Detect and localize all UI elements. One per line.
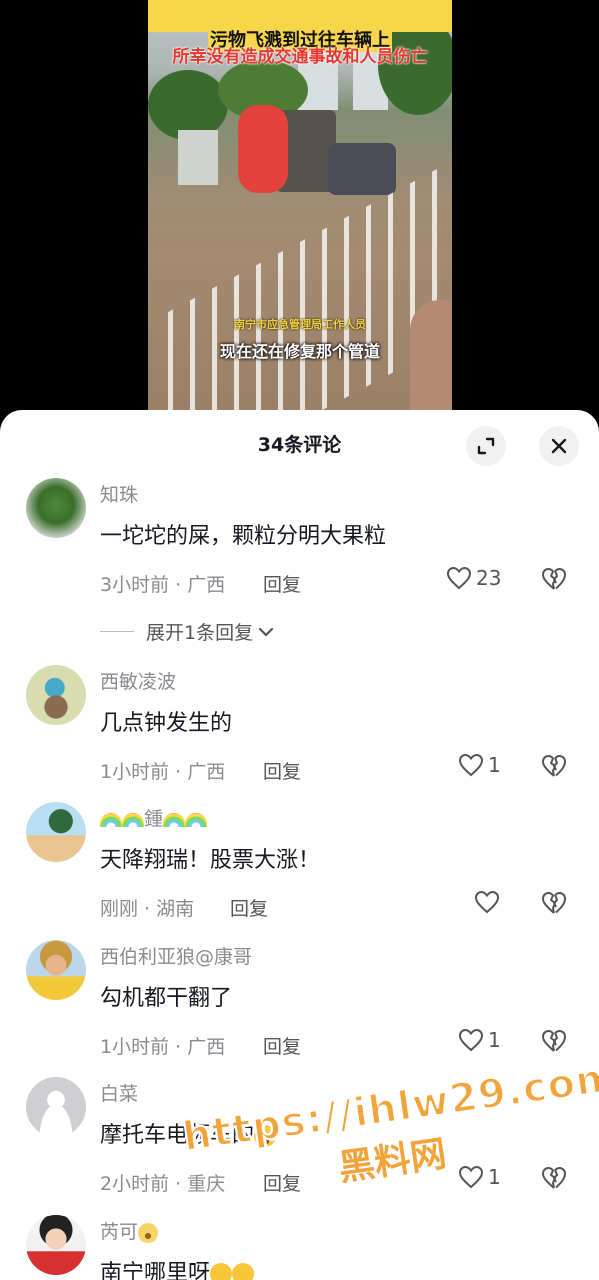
- comment-username[interactable]: 知珠: [100, 480, 138, 507]
- video-caption-red: 所幸没有造成交通事故和人员伤亡: [172, 47, 428, 67]
- video-speaker-label: 南宁市应急管理局工作人员: [234, 318, 366, 331]
- heart-icon: [458, 1028, 484, 1052]
- expand-replies-label: 展开1条回复: [146, 622, 254, 644]
- broken-heart-icon: [542, 755, 566, 777]
- avatar[interactable]: [26, 478, 86, 538]
- close-icon: [551, 438, 567, 454]
- comment-region: 湖南: [156, 898, 195, 920]
- dislike-button[interactable]: [540, 1165, 568, 1195]
- comment-meta: 3小时前 · 广西: [100, 574, 226, 596]
- reply-button[interactable]: 回复: [263, 1032, 301, 1059]
- dislike-button[interactable]: [540, 753, 568, 783]
- video-frame: 污物飞溅到过往车辆上 所幸没有造成交通事故和人员伤亡 南宁市应急管理局工作人员 …: [148, 0, 452, 410]
- avatar[interactable]: [26, 802, 86, 862]
- comment-region: 广西: [187, 761, 226, 783]
- comment-region: 广西: [187, 1036, 226, 1058]
- rainbow-emoji: [122, 812, 144, 827]
- comment-username-text: 芮可: [100, 1221, 139, 1243]
- reply-button[interactable]: 回复: [230, 894, 268, 921]
- smile-emoji-icon: [138, 1222, 159, 1243]
- heart-icon: [446, 566, 472, 590]
- comment-text: 一坨坨的屎，颗粒分明大果粒: [100, 524, 387, 549]
- comment-text: 南宁哪里呀: [100, 1255, 255, 1280]
- pleading-emoji-icon: [210, 1263, 233, 1280]
- broken-heart-icon: [542, 1167, 566, 1189]
- dislike-button[interactable]: [540, 1028, 568, 1058]
- comment-username[interactable]: 鍾: [100, 804, 208, 831]
- comment-time: 2小时前: [100, 1173, 170, 1195]
- reply-button[interactable]: 回复: [263, 757, 301, 784]
- comment-username-text: 鍾: [144, 808, 164, 830]
- comment-text: 天降翔瑞！股票大涨！: [100, 848, 321, 873]
- broken-heart-icon: [542, 568, 566, 590]
- like-count: 1: [488, 753, 501, 777]
- comments-title: 34条评论: [257, 434, 342, 456]
- dislike-button[interactable]: [540, 566, 568, 596]
- expand-button[interactable]: [466, 426, 506, 466]
- like-count: 1: [488, 1028, 501, 1052]
- comment-text: 勾机都干翻了: [100, 986, 233, 1011]
- heart-icon: [458, 753, 484, 777]
- avatar[interactable]: [26, 940, 86, 1000]
- like-count: 23: [476, 566, 502, 590]
- avatar[interactable]: [26, 1077, 86, 1137]
- comment-meta: 刚刚 · 湖南: [100, 898, 195, 920]
- comment-meta: 1小时前 · 广西: [100, 761, 226, 783]
- expand-icon: [477, 437, 495, 455]
- rainbow-emoji: [100, 812, 122, 827]
- like-button[interactable]: 23: [446, 566, 501, 590]
- comment-region: 广西: [187, 574, 226, 596]
- comment-username[interactable]: 西敏凌波: [100, 667, 176, 694]
- pleading-emoji-icon: [232, 1263, 255, 1280]
- rainbow-emoji: [163, 812, 186, 827]
- video-subtitle: 现在还在修复那个管道: [219, 342, 380, 361]
- comment-username[interactable]: 芮可: [100, 1217, 159, 1244]
- like-button[interactable]: 1: [458, 753, 501, 777]
- video-caption-top-strip: [148, 0, 452, 32]
- comment-meta: 1小时前 · 广西: [100, 1036, 226, 1058]
- broken-heart-icon: [542, 1030, 566, 1052]
- reply-button[interactable]: 回复: [263, 570, 301, 597]
- comment-username[interactable]: 白菜: [100, 1079, 138, 1106]
- expand-replies-button[interactable]: 展开1条回复: [100, 618, 275, 645]
- avatar[interactable]: [26, 1215, 86, 1275]
- comment-text-content: 南宁哪里呀: [100, 1261, 211, 1280]
- dislike-button[interactable]: [540, 890, 568, 920]
- comment-time: 3小时前: [100, 574, 170, 596]
- rainbow-emoji: [185, 812, 208, 827]
- comment-time: 1小时前: [100, 1036, 170, 1058]
- chevron-down-icon: [258, 627, 274, 637]
- heart-icon: [474, 890, 500, 914]
- divider: [100, 631, 134, 632]
- close-button[interactable]: [539, 426, 579, 466]
- avatar[interactable]: [26, 665, 86, 725]
- like-button[interactable]: [474, 890, 504, 914]
- comment-text: 几点钟发生的: [100, 711, 233, 736]
- comment-time: 1小时前: [100, 761, 170, 783]
- like-button[interactable]: 1: [458, 1028, 501, 1052]
- comment-time: 刚刚: [100, 898, 139, 920]
- comment-username[interactable]: 西伯利亚狼@康哥: [100, 942, 252, 969]
- video-player[interactable]: 污物飞溅到过往车辆上 所幸没有造成交通事故和人员伤亡 南宁市应急管理局工作人员 …: [0, 0, 599, 430]
- broken-heart-icon: [542, 892, 566, 914]
